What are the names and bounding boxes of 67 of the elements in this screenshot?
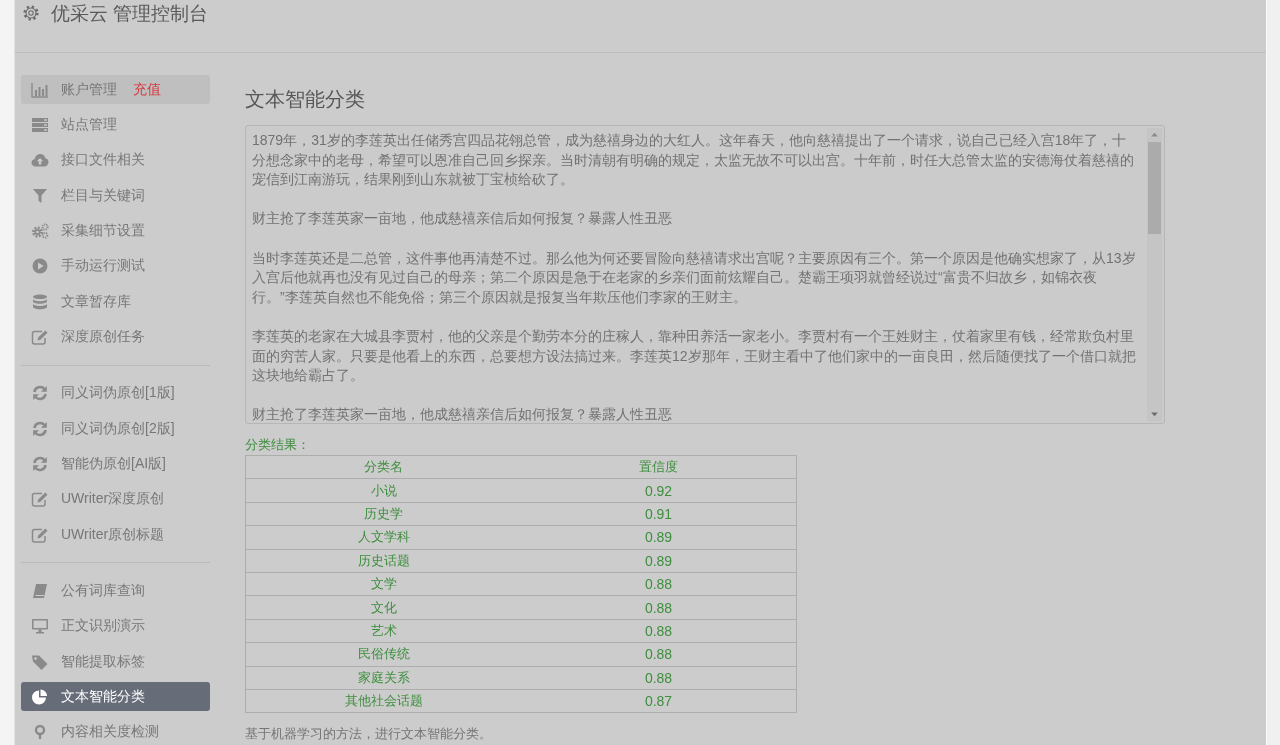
sidebar-item[interactable]: 账户管理 充值 [21,75,210,104]
monitor-icon [31,618,49,635]
sidebar-item[interactable]: 同义词伪原创[1版] [21,378,210,408]
table-cell: 0.88 [521,666,797,690]
database-icon [31,293,49,310]
sidebar-item[interactable]: 正文识别演示 [21,611,210,641]
sidebar-item[interactable]: 接口文件相关 [21,145,210,175]
sidebar-item[interactable]: 智能提取标签 [21,647,210,677]
gears-icon [31,223,49,240]
bar-chart-icon [31,81,49,98]
table-cell: 家庭关系 [245,666,521,690]
scroll-down-icon[interactable] [1150,412,1159,417]
sidebar-item[interactable]: 手动运行测试 [21,251,210,281]
server-icon [31,116,49,133]
sidebar-item[interactable]: 同义词伪原创[2版] [21,414,210,444]
table-cell: 艺术 [245,619,521,643]
table-cell: 0.92 [521,478,797,503]
play-circle-icon [31,258,49,275]
sidebar-item[interactable]: 内容相关度检测 [21,717,210,745]
page-title: 文本智能分类 [245,87,366,112]
app-title: 优采云 管理控制台 [51,3,209,25]
refresh-icon [31,456,49,472]
table-cell: 小说 [245,478,521,503]
table-cell: 文化 [245,595,521,620]
table-cell: 0.88 [521,572,797,596]
table-cell: 文学 [245,572,521,596]
refresh-icon [31,420,49,437]
table-cell: 0.89 [521,525,797,550]
table-cell: 历史话题 [245,549,521,573]
settings-icon [22,4,40,22]
sidebar-item[interactable]: 文本智能分类 [21,682,210,712]
table-cell: 历史学 [245,502,521,526]
edit-icon [31,526,49,543]
cloud-upload-icon [31,152,49,169]
table-cell: 0.87 [521,689,797,713]
table-cell: 0.88 [521,642,797,666]
table-cell: 其他社会话题 [245,689,521,713]
sidebar-item[interactable]: 文章暂存库 [21,287,210,317]
tag-icon [31,653,49,670]
book-icon [31,582,49,599]
column-header: 置信度 [521,455,797,479]
sidebar-item[interactable]: UWriter深度原创 [21,484,210,514]
table-cell: 民俗传统 [245,642,521,666]
recharge-link[interactable]: 充值 [133,80,161,99]
column-header: 分类名 [245,455,521,479]
result-label: 分类结果： [245,437,311,453]
refresh-icon [31,385,49,402]
sidebar-item[interactable]: 公有词库查询 [21,576,210,606]
sidebar-item[interactable]: 栏目与关键词 [21,181,210,211]
table-cell: 0.89 [521,549,797,573]
sidebar-item[interactable]: 站点管理 [21,110,210,140]
scrollbar-thumb[interactable] [1148,142,1161,234]
sidebar-item[interactable]: 智能伪原创[AI版] [21,449,210,479]
sidebar-item[interactable]: 采集细节设置 [21,216,210,246]
scroll-up-icon[interactable] [1150,132,1159,137]
table-cell: 0.88 [521,595,797,620]
table-cell: 0.88 [521,619,797,643]
description-text: 基于机器学习的方法，进行文本智能分类。 [245,726,493,743]
filter-icon [31,187,49,204]
sidebar-item[interactable]: UWriter原创标题 [21,520,210,550]
article-text-field[interactable]: 1879年，31岁的李莲英出任储秀宫四品花翎总管，成为慈禧身边的大红人。这年春天，他向慈禧提出了一个请求，说自己已经入宫18年了，十分想念家中的老母，希望可以恩准自己回乡探亲。当时清朝有明确的规定，太监无故不可以出宫。十年前，时任大总管太监的安德海仗着慈禧的宠信到江南游玩，结果刚到山东就被丁宝桢给砍了。 财主抢了李莲英家一亩地，他成慈禧亲信后如何报复？暴露人性丑恶 当时李莲英还是二总管，这件事他再清楚不过。那么他为何还要冒险向慈禧请求出宫呢？主要原因有三个。第一个原因是他确实想家了，从13岁入宫后他就再也没有见过自己的母亲；第二个原因是急于在老家的乡亲们面前炫耀自己。楚霸王项羽就曾经说过“富贵不归故乡，如锦衣夜行。”李莲英自然也不能免俗；第三个原因就是报复当年欺压他们李家的王财主。 李莲英的老家在大城县李贾村，他的父亲是个勤劳本分的庄稼人，靠种田养活一家老小。李贾村有一个王姓财主，仗着家里有钱，经常欺负村里面的穷苦人家。只要是他看上的东西，总要想方设法搞过来。李莲英12岁那年，王财主看中了他们家中的一亩良田，然后随便找了一个借口就把这块地给霸占了。 财主抢了李莲英家一亩地，他成慈禧亲信后如何报复？暴露人性丑恶 [245,125,1165,424]
sidebar-item[interactable]: 深度原创任务 [21,322,210,352]
table-cell: 人文学科 [245,525,521,550]
pie-chart-icon [31,688,49,705]
edit-icon [31,329,49,346]
edit-icon [31,491,49,508]
table-cell: 0.91 [521,502,797,526]
